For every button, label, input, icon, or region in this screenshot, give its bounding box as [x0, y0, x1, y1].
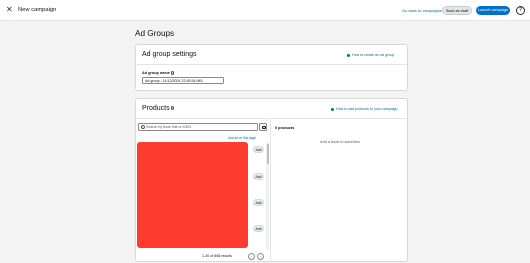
- info-icon[interactable]: i: [170, 106, 175, 110]
- card-title: Ad group settings: [142, 51, 197, 58]
- column-divider: [270, 119, 271, 262]
- card-title: Products i: [142, 104, 175, 114]
- info-icon[interactable]: i: [170, 71, 175, 75]
- link-label: How to add products to your campaign: [336, 107, 398, 111]
- page-title: New campaign: [18, 7, 57, 13]
- products-card: Products i How to add products to your ca…: [135, 98, 408, 262]
- save-draft-button[interactable]: Save as draft: [442, 6, 472, 15]
- search-button[interactable]: [259, 123, 267, 131]
- next-page-button[interactable]: ›: [257, 253, 264, 260]
- how-to-add-products-link[interactable]: How to add products to your campaign: [331, 107, 398, 112]
- ad-group-name-input[interactable]: [142, 77, 224, 84]
- close-icon[interactable]: ✕: [6, 5, 13, 15]
- top-bar: ✕ New campaign Go back to campaigns Save…: [0, 0, 530, 21]
- ad-group-settings-card: Ad group settings How to create an ad gr…: [135, 44, 408, 91]
- search-icon: [262, 125, 266, 130]
- selected-products-count: 0 products: [275, 126, 295, 130]
- add-product-button[interactable]: Add: [253, 199, 264, 206]
- ad-group-name-label: Ad group name i: [142, 71, 175, 76]
- section-heading: Ad Groups: [135, 29, 175, 38]
- help-icon[interactable]: ?: [516, 6, 525, 15]
- go-back-link[interactable]: Go back to campaigns: [402, 8, 442, 14]
- link-label: How to create an ad group: [352, 53, 395, 57]
- search-icon: [141, 125, 145, 130]
- card-header: Ad group settings How to create an ad gr…: [136, 45, 407, 65]
- label-text: Ad group name: [142, 71, 170, 75]
- info-dot-icon: [347, 53, 350, 57]
- products-title-text: Products: [142, 105, 170, 112]
- add-product-button[interactable]: Add: [253, 225, 264, 232]
- card-header: Products i How to add products to your ca…: [136, 99, 407, 119]
- redacted-product-list: [137, 142, 248, 248]
- scrollbar-thumb[interactable]: [266, 144, 269, 164]
- launch-campaign-button[interactable]: Launch campaign: [476, 6, 510, 15]
- search-placeholder: Search by book title or ASIN: [146, 125, 191, 129]
- info-dot-icon: [331, 107, 334, 111]
- empty-state-message: Add a book to advertise: [320, 140, 360, 144]
- add-product-button[interactable]: Add: [253, 173, 264, 180]
- how-to-create-ad-group-link[interactable]: How to create an ad group: [347, 53, 394, 58]
- product-search-input[interactable]: Search by book title or ASIN: [138, 123, 258, 131]
- add-all-on-page-link[interactable]: Add all on this page: [228, 136, 256, 141]
- results-count: 1-30 of 808 results: [202, 254, 232, 258]
- prev-page-button[interactable]: ‹: [248, 253, 255, 260]
- add-product-button[interactable]: Add: [253, 146, 264, 153]
